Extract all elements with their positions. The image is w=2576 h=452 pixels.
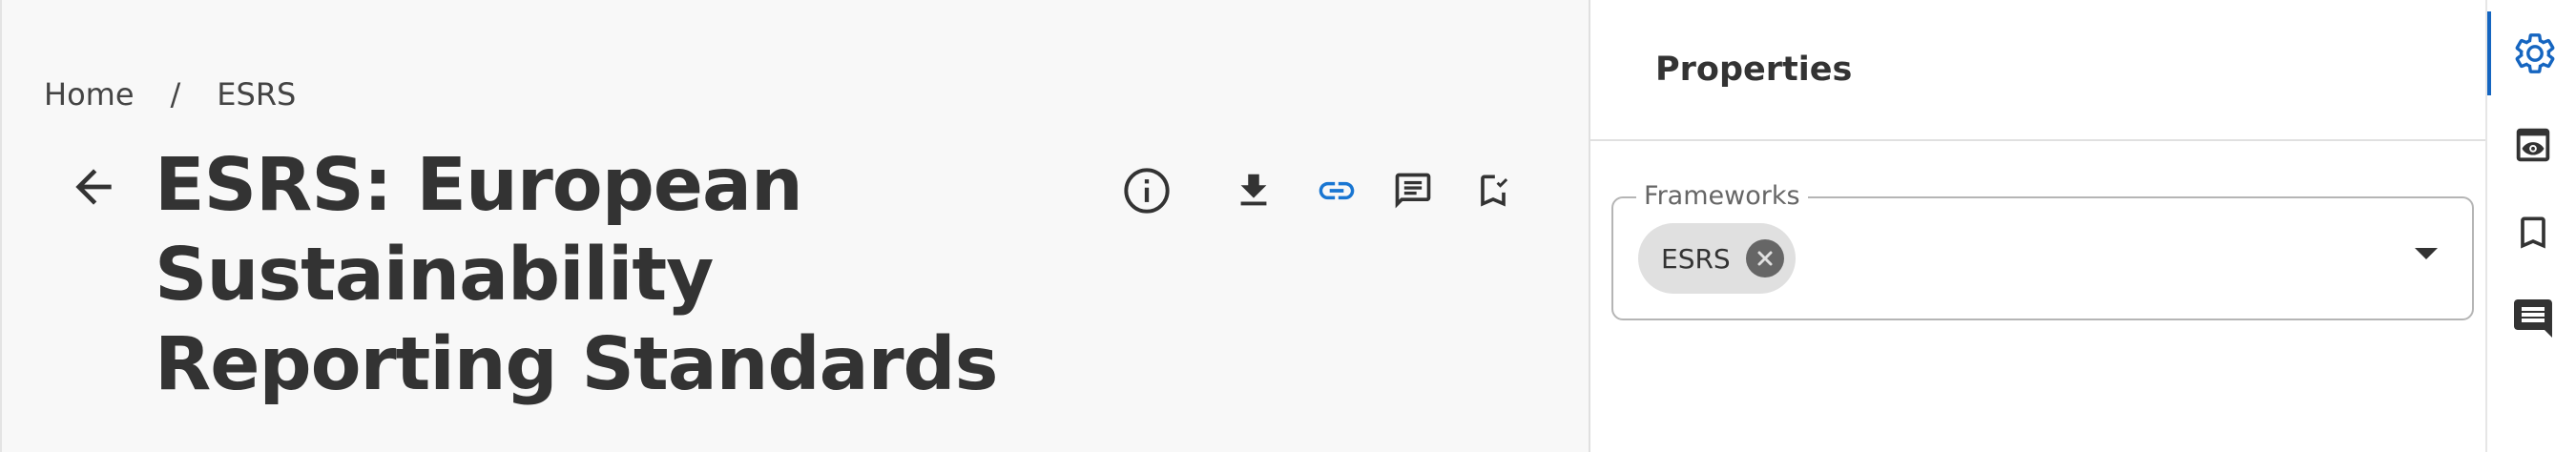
breadcrumb-esrs[interactable]: ESRS <box>217 76 296 113</box>
panel-header: Properties <box>1590 0 2485 141</box>
framework-chip: ESRS <box>1638 223 1796 294</box>
preview-icon <box>2516 128 2549 162</box>
bookmark-icon <box>2520 216 2545 249</box>
info-icon <box>1124 168 1170 214</box>
right-rail <box>2485 0 2576 452</box>
rail-comments[interactable] <box>2487 277 2576 360</box>
bookmark-check-icon <box>1481 175 1508 207</box>
frameworks-label: Frameworks <box>1636 181 1808 211</box>
rail-preview[interactable] <box>2487 103 2576 187</box>
download-button[interactable] <box>1223 160 1284 221</box>
chip-remove-button[interactable] <box>1745 239 1784 277</box>
dropdown-arrow-icon[interactable] <box>2415 248 2438 259</box>
copy-link-button[interactable] <box>1306 160 1367 221</box>
bookmark-check-button[interactable] <box>1463 160 1524 221</box>
notes-button[interactable] <box>1382 160 1444 221</box>
panel-title: Properties <box>1655 51 1853 89</box>
download-icon <box>1240 174 1267 206</box>
chip-label: ESRS <box>1661 242 1731 275</box>
close-icon <box>1757 251 1773 266</box>
breadcrumb-home[interactable]: Home <box>44 76 135 113</box>
link-icon <box>1319 181 1355 200</box>
breadcrumb-separator: / <box>170 76 181 113</box>
notes-icon <box>1395 173 1431 209</box>
rail-settings[interactable] <box>2487 11 2576 95</box>
frameworks-select[interactable]: Frameworks ESRS <box>1611 181 2474 320</box>
settings-icon <box>2515 33 2554 73</box>
rail-bookmarks[interactable] <box>2487 191 2576 275</box>
arrow-left-icon <box>75 169 112 205</box>
info-button[interactable] <box>1116 160 1177 221</box>
breadcrumb: Home / ESRS <box>44 76 296 113</box>
properties-panel: Properties Frameworks ESRS <box>1589 0 2485 452</box>
back-button[interactable] <box>59 153 128 221</box>
comment-icon <box>2513 299 2552 338</box>
main-content: Home / ESRS ESRS: European Sustainabilit… <box>0 0 1589 452</box>
page-title: ESRS: European Sustainability Reporting … <box>155 143 999 407</box>
